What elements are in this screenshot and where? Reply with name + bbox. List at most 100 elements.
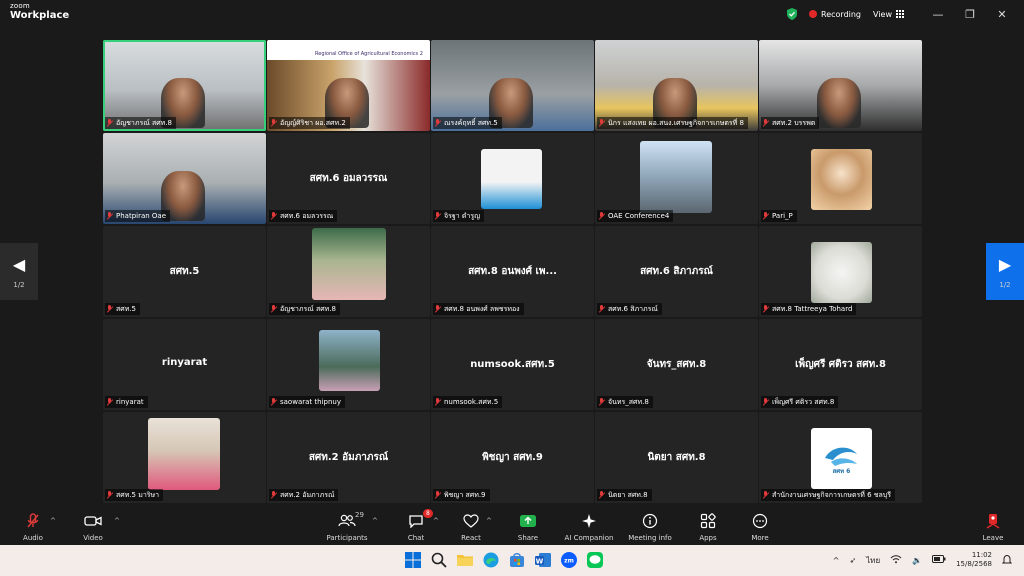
participant-tile[interactable]: เพ็ญศรี ศติรว สศท.8 เพ็ญศรี ศติรว สศท.8 — [759, 319, 922, 410]
participant-label-text: สศท.2 อัมภาภรณ์ — [280, 491, 335, 499]
ai-companion-button[interactable]: AI Companion — [563, 513, 615, 545]
tray-location-icon[interactable]: ➶ — [849, 556, 856, 565]
recording-indicator[interactable]: Recording — [809, 10, 861, 19]
edge-browser-icon[interactable] — [482, 551, 500, 569]
system-clock[interactable]: 11:02 15/8/2568 — [956, 551, 992, 569]
audio-button[interactable]: Audio — [18, 513, 48, 545]
leave-button[interactable]: Leave — [978, 513, 1008, 545]
mic-muted-icon — [271, 119, 276, 127]
participant-label: ณรงค์ฤทธิ์ สศท.5 — [433, 117, 502, 129]
participant-label: สศท.8 อนพงศ์ ลพชรทอง — [433, 303, 524, 315]
svg-text:zm: zm — [564, 558, 574, 565]
participant-tile[interactable]: สศท.8 อนพงศ์ เพ... สศท.8 อนพงศ์ ลพชรทอง — [431, 226, 594, 317]
minimize-button[interactable]: — — [922, 0, 954, 28]
audio-options-caret-icon[interactable]: ^ — [50, 517, 56, 525]
security-shield-icon[interactable] — [785, 7, 799, 21]
mic-muted-icon — [763, 119, 768, 127]
react-button[interactable]: React — [456, 513, 486, 545]
participant-tile[interactable]: OAE Conference4 — [595, 133, 758, 224]
participant-tile[interactable]: สศท.5 สศท.5 — [103, 226, 266, 317]
more-label: More — [751, 534, 769, 542]
mic-muted-icon — [271, 212, 276, 220]
participant-tile[interactable]: พิชญา สศท.9 พิชญา สศท.9 — [431, 412, 594, 503]
participant-tile[interactable]: numsook.สศท.5 numsook.สศท.5 — [431, 319, 594, 410]
participant-tile[interactable]: ณรงค์ฤทธิ์ สศท.5 — [431, 40, 594, 131]
leave-label: Leave — [982, 534, 1004, 542]
participant-tile[interactable]: อัญชาภรณ์ สศท.8 — [267, 226, 430, 317]
participant-avatar — [640, 141, 712, 213]
participant-name: สศท.2 อัมภาภรณ์ — [308, 452, 389, 463]
participant-label-text: ณรงค์ฤทธิ์ สศท.5 — [444, 119, 498, 127]
volume-icon[interactable]: 🔉 — [912, 556, 922, 565]
mic-muted-icon — [763, 398, 768, 406]
line-app-icon[interactable] — [586, 551, 604, 569]
participant-tile[interactable]: จิรฐา ดำรูญ — [431, 133, 594, 224]
video-button[interactable]: Video — [78, 513, 108, 545]
brand-workplace: Workplace — [10, 10, 70, 21]
participant-tile[interactable]: สศท.5 มาริษา — [103, 412, 266, 503]
participant-tile[interactable]: นิกร แสงเทย ผอ.สนง.เศรษฐกิจการเกษตรที่ 8 — [595, 40, 758, 131]
participant-label: จิรฐา ดำรูญ — [433, 210, 485, 222]
mic-muted-icon — [107, 398, 112, 406]
participant-name: พิชญา สศท.9 — [482, 452, 543, 463]
participant-tile[interactable]: สศท.6 อมลวรรณ สศท.6 อมลวรรณ — [267, 133, 430, 224]
participants-label: Participants — [326, 534, 368, 542]
wifi-icon[interactable] — [890, 554, 902, 566]
page-indicator-right: 1/2 — [999, 280, 1011, 289]
participant-avatar — [481, 149, 542, 209]
participant-name: สศท.8 อนพงศ์ เพ... — [468, 266, 557, 277]
participant-tile[interactable]: อัญชาภรณ์ สศท.8 — [103, 40, 266, 131]
video-options-caret-icon[interactable]: ^ — [114, 517, 120, 525]
language-indicator[interactable]: ไทย — [866, 554, 880, 567]
mic-muted-icon — [107, 119, 112, 127]
participants-options-caret-icon[interactable]: ^ — [372, 517, 378, 525]
participant-label: numsook.สศท.5 — [433, 396, 503, 408]
zoom-app-icon[interactable]: zm — [560, 551, 578, 569]
participant-label-text: numsook.สศท.5 — [444, 398, 499, 406]
react-label: React — [461, 534, 481, 542]
meeting-info-label: Meeting info — [628, 534, 672, 542]
battery-icon[interactable] — [932, 555, 946, 565]
participant-tile[interactable]: สศท 6 สำนักงานเศรษฐกิจการเกษตรที่ 6 ชลบุร… — [759, 412, 922, 503]
participant-tile[interactable]: สศท.2 บรรพต — [759, 40, 922, 131]
participant-tile[interactable]: จันทร_สศท.8 จันทร_สศท.8 — [595, 319, 758, 410]
word-icon[interactable]: W — [534, 551, 552, 569]
tray-overflow-chevron-icon[interactable]: ^ — [833, 556, 840, 565]
participant-tile[interactable]: Regional Office of Agricultural Economic… — [267, 40, 430, 131]
view-button[interactable]: View — [873, 10, 904, 19]
participant-label-text: สศท.8 อนพงศ์ ลพชรทอง — [444, 305, 520, 313]
participant-tile[interactable]: นิตยา สศท.8 นิตยา สศท.8 — [595, 412, 758, 503]
more-button[interactable]: More — [745, 513, 775, 545]
restore-button[interactable]: ❐ — [954, 0, 986, 28]
chat-button[interactable]: 8 Chat — [401, 509, 433, 545]
mic-muted-icon — [435, 119, 440, 127]
previous-page-button[interactable]: ◀ 1/2 — [0, 243, 38, 300]
participant-label: อัญชาภรณ์ สศท.8 — [269, 303, 340, 315]
participant-tile[interactable]: rinyarat rinyarat — [103, 319, 266, 410]
participant-label-text: นิกร แสงเทย ผอ.สนง.เศรษฐกิจการเกษตรที่ 8 — [608, 119, 744, 127]
participants-button[interactable]: 29 Participants — [325, 511, 369, 545]
participant-tile[interactable]: Pari_P — [759, 133, 922, 224]
participant-tile[interactable]: สศท.6 สิภาภรณ์ สศท.6 สิภาภรณ์ — [595, 226, 758, 317]
share-button[interactable]: Share — [513, 513, 543, 545]
apps-button[interactable]: Apps — [693, 513, 723, 545]
close-window-button[interactable]: ✕ — [986, 0, 1018, 28]
ms-store-icon[interactable] — [508, 551, 526, 569]
meeting-info-button[interactable]: Meeting info — [627, 513, 673, 545]
participant-tile[interactable]: saowarat thipnuy — [267, 319, 430, 410]
participant-tile[interactable]: Phatpiran Oae — [103, 133, 266, 224]
participant-label: saowarat thipnuy — [269, 396, 345, 408]
notifications-bell-icon[interactable] — [1001, 554, 1013, 567]
react-options-caret-icon[interactable]: ^ — [486, 517, 492, 525]
mic-muted-icon — [271, 491, 276, 499]
participant-label: สศท.5 — [105, 303, 141, 315]
chat-options-caret-icon[interactable]: ^ — [433, 517, 439, 525]
windows-start-icon[interactable] — [404, 551, 422, 569]
participant-label: สศท.6 สิภาภรณ์ — [597, 303, 662, 315]
sparkle-icon — [563, 513, 615, 529]
file-explorer-icon[interactable] — [456, 551, 474, 569]
participant-tile[interactable]: สศท.2 อัมภาภรณ์ สศท.2 อัมภาภรณ์ — [267, 412, 430, 503]
next-page-button[interactable]: ▶ 1/2 — [986, 243, 1024, 300]
participant-tile[interactable]: สศท.8 Tattreeya Tohard — [759, 226, 922, 317]
search-icon[interactable] — [430, 551, 448, 569]
